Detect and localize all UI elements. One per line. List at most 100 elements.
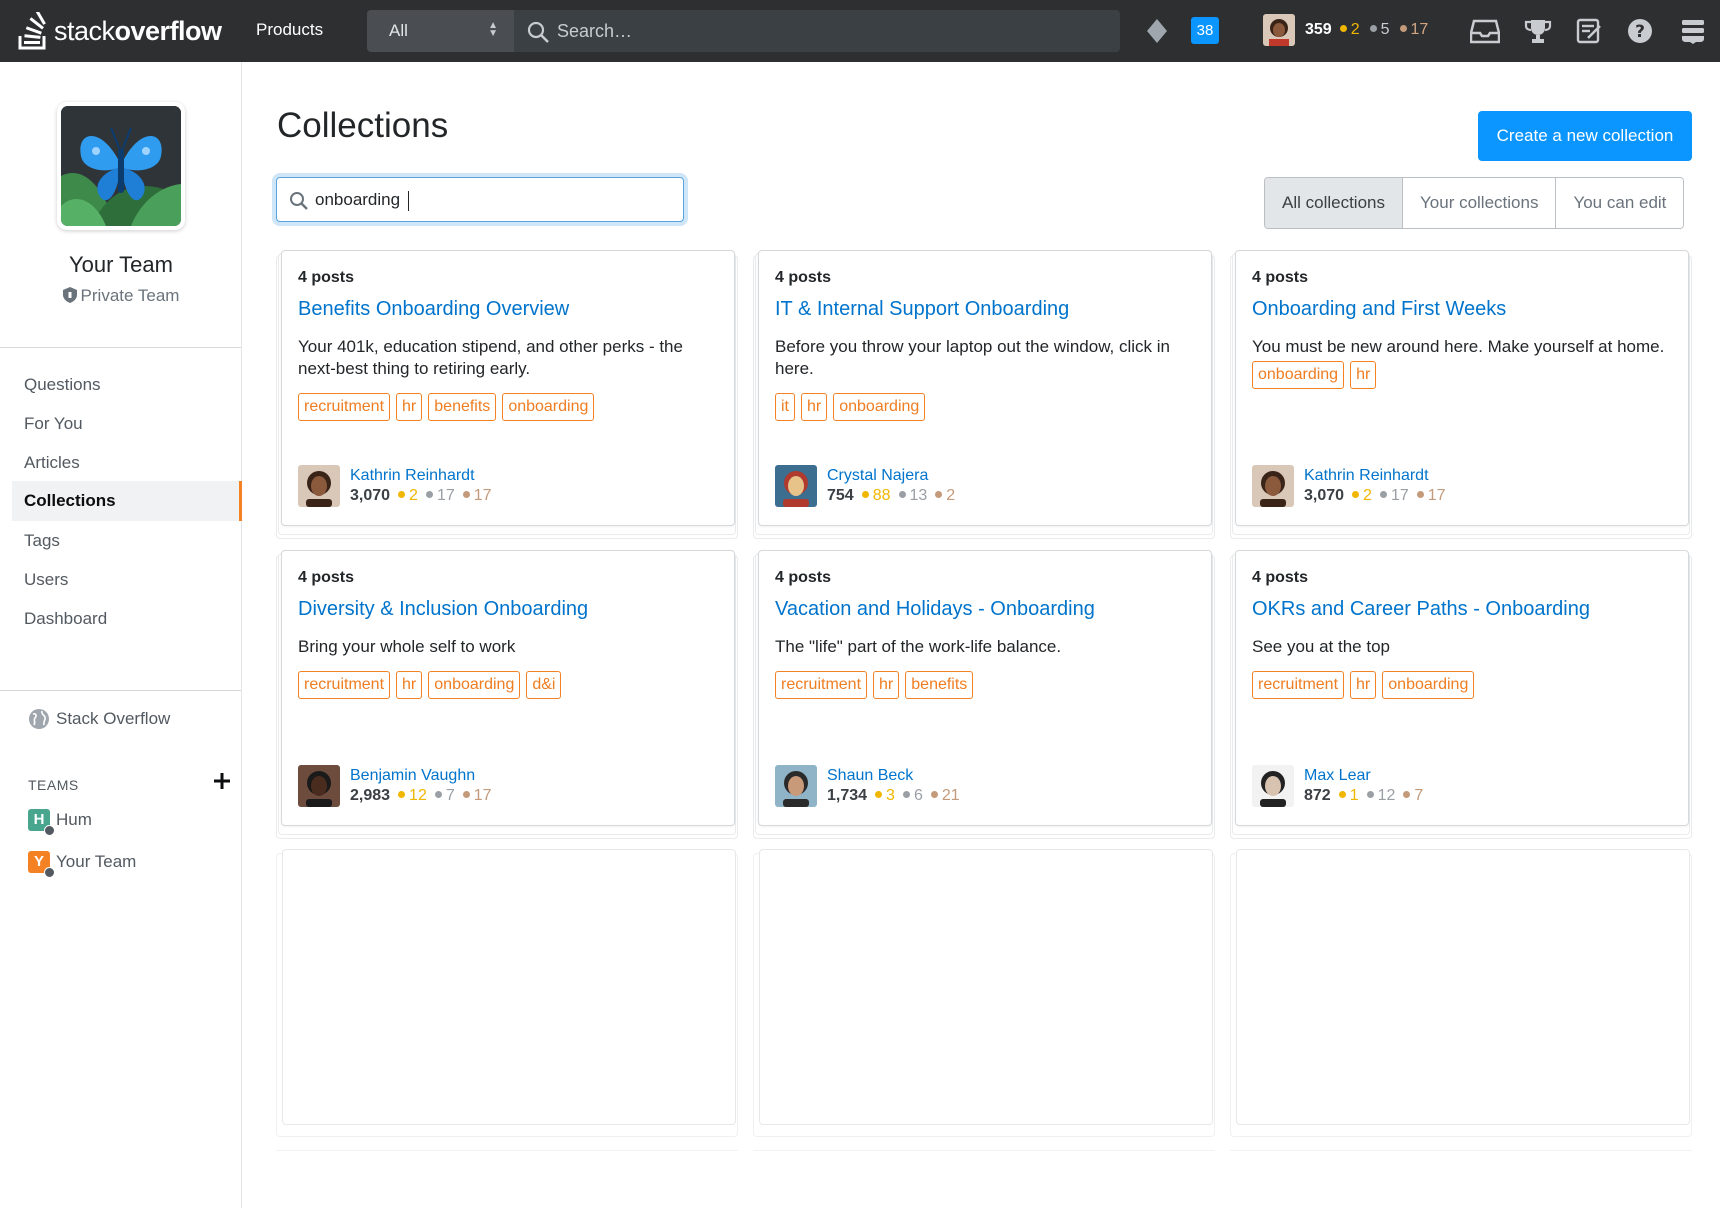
collection-title-link[interactable]: IT & Internal Support Onboarding — [775, 298, 1069, 321]
shield-icon — [62, 287, 77, 303]
tag-benefits[interactable]: benefits — [428, 393, 497, 421]
search-scope-select[interactable]: All ▲ ▼ — [367, 10, 514, 52]
tag-hr[interactable]: hr — [873, 671, 900, 699]
author-avatar[interactable] — [775, 465, 817, 507]
collection-card[interactable]: 4 posts IT & Internal Support Onboarding… — [758, 250, 1212, 526]
author-rep: 2,983 — [350, 787, 391, 804]
collection-title-link[interactable]: Benefits Onboarding Overview — [298, 298, 569, 321]
collection-title-link[interactable]: Diversity & Inclusion Onboarding — [298, 598, 588, 621]
trophy-icon[interactable] — [1524, 18, 1552, 44]
nav-collections[interactable]: Collections — [12, 481, 242, 521]
collection-description: The "life" part of the work-life balance… — [775, 637, 1062, 656]
collection-card[interactable]: 4 posts Onboarding and First Weeks You m… — [1235, 250, 1689, 526]
author-avatar[interactable] — [298, 465, 340, 507]
top-bar: stackoverflow Products All ▲ ▼ Search… 38… — [0, 0, 1720, 62]
author-name-link[interactable]: Kathrin Reinhardt — [1304, 466, 1446, 486]
inbox-count-badge[interactable]: 38 — [1191, 17, 1219, 44]
tag-list: recruitment hr onboarding — [1252, 671, 1475, 699]
tag-onboarding[interactable]: onboarding — [833, 393, 926, 421]
nav-tags[interactable]: Tags — [12, 521, 242, 561]
nav-dashboard[interactable]: Dashboard — [12, 599, 242, 639]
tag-hr[interactable]: hr — [1350, 671, 1377, 699]
author-name-link[interactable]: Shaun Beck — [827, 766, 960, 786]
review-queue-icon[interactable] — [1576, 18, 1602, 44]
nav-questions[interactable]: Questions — [12, 365, 242, 405]
author-avatar[interactable] — [775, 765, 817, 807]
author-name-link[interactable]: Max Lear — [1304, 766, 1423, 786]
author-name-link[interactable]: Benjamin Vaughn — [350, 766, 492, 786]
globe-icon — [29, 709, 49, 729]
team-item-hum[interactable]: H Hum — [28, 809, 92, 836]
tab-you-can-edit[interactable]: You can edit — [1555, 178, 1684, 228]
create-collection-button[interactable]: Create a new collection — [1478, 111, 1692, 161]
collection-card[interactable]: 4 posts Benefits Onboarding Overview You… — [281, 250, 735, 526]
collection-title-link[interactable]: OKRs and Career Paths - Onboarding — [1252, 598, 1590, 621]
page-title: Collections — [277, 106, 449, 145]
tag-recruitment[interactable]: recruitment — [298, 393, 391, 421]
tag-hr[interactable]: hr — [396, 671, 423, 699]
author-gold: 1 — [1349, 787, 1359, 804]
collection-card[interactable]: 4 posts Vacation and Holidays - Onboardi… — [758, 550, 1212, 826]
tag-onboarding[interactable]: onboarding — [502, 393, 595, 421]
author-silver: 13 — [909, 487, 928, 504]
author-avatar[interactable] — [1252, 765, 1294, 807]
tab-your-collections[interactable]: Your collections — [1402, 178, 1556, 228]
collection-card[interactable]: 4 posts Diversity & Inclusion Onboarding… — [281, 550, 735, 826]
collection-title-link[interactable]: Onboarding and First Weeks — [1252, 298, 1506, 321]
author-avatar[interactable] — [1252, 465, 1294, 507]
tag-onboarding[interactable]: onboarding — [1382, 671, 1475, 699]
author-bronze: 21 — [941, 787, 960, 804]
author-bronze: 7 — [1414, 787, 1424, 804]
diamond-icon[interactable] — [1147, 19, 1167, 43]
site-switcher-icon[interactable] — [1680, 18, 1706, 44]
author-gold: 2 — [409, 487, 418, 504]
user-reputation[interactable]: 359 2 5 17 — [1305, 21, 1428, 39]
stack-overflow-logo[interactable]: stackoverflow — [18, 8, 222, 54]
tag-hr[interactable]: hr — [396, 393, 423, 421]
tag-hr[interactable]: hr — [801, 393, 828, 421]
author-reputation: 872 1 12 7 — [1304, 786, 1423, 806]
collection-title-link[interactable]: Vacation and Holidays - Onboarding — [775, 598, 1095, 621]
team-item-your-team[interactable]: Y Your Team — [28, 851, 136, 878]
collection-card[interactable]: 4 posts OKRs and Career Paths - Onboardi… — [1235, 550, 1689, 826]
author-name-link[interactable]: Kathrin Reinhardt — [350, 466, 492, 486]
tag-recruitment[interactable]: recruitment — [1252, 671, 1345, 699]
stack-overflow-link[interactable]: Stack Overflow — [28, 708, 170, 730]
site-search-input[interactable]: Search… — [514, 10, 1120, 52]
team-logo[interactable] — [57, 102, 185, 230]
inbox-icon[interactable] — [1470, 18, 1500, 44]
author-bronze: 17 — [473, 487, 492, 504]
plus-icon — [214, 773, 230, 789]
tag-di[interactable]: d&i — [526, 671, 562, 699]
tag-recruitment[interactable]: recruitment — [298, 671, 391, 699]
products-menu[interactable]: Products — [256, 20, 323, 40]
author-rep: 1,734 — [827, 787, 868, 804]
author-silver: 7 — [445, 787, 455, 804]
user-avatar[interactable] — [1263, 14, 1295, 46]
nav-articles[interactable]: Articles — [12, 443, 242, 483]
sidebar-divider — [0, 690, 241, 691]
tag-it[interactable]: it — [775, 393, 795, 421]
nav-users[interactable]: Users — [12, 560, 242, 600]
author-name-link[interactable]: Crystal Najera — [827, 466, 955, 486]
author-reputation: 3,070 2 17 17 — [350, 486, 492, 506]
tag-recruitment[interactable]: recruitment — [775, 671, 868, 699]
tag-benefits[interactable]: benefits — [905, 671, 974, 699]
collection-filter-input[interactable]: onboarding — [276, 177, 684, 222]
tag-onboarding[interactable]: onboarding — [428, 671, 521, 699]
author-gold: 12 — [409, 787, 427, 804]
svg-text:?: ? — [1635, 22, 1645, 42]
author-avatar[interactable] — [298, 765, 340, 807]
user-rep: 359 — [1305, 21, 1332, 38]
nav-for-you[interactable]: For You — [12, 404, 242, 444]
tag-hr[interactable]: hr — [1350, 361, 1377, 389]
tag-onboarding[interactable]: onboarding — [1252, 361, 1345, 389]
collection-author: Shaun Beck 1,734 3 6 21 — [775, 765, 960, 807]
help-icon[interactable]: ? — [1627, 18, 1653, 44]
user-bronze: 17 — [1410, 21, 1429, 38]
tag-list: onboarding hr — [1252, 361, 1377, 389]
add-team-button[interactable] — [214, 768, 230, 796]
user-gold: 2 — [1350, 21, 1360, 38]
placeholder-card — [276, 1150, 738, 1208]
tab-all-collections[interactable]: All collections — [1265, 178, 1402, 228]
